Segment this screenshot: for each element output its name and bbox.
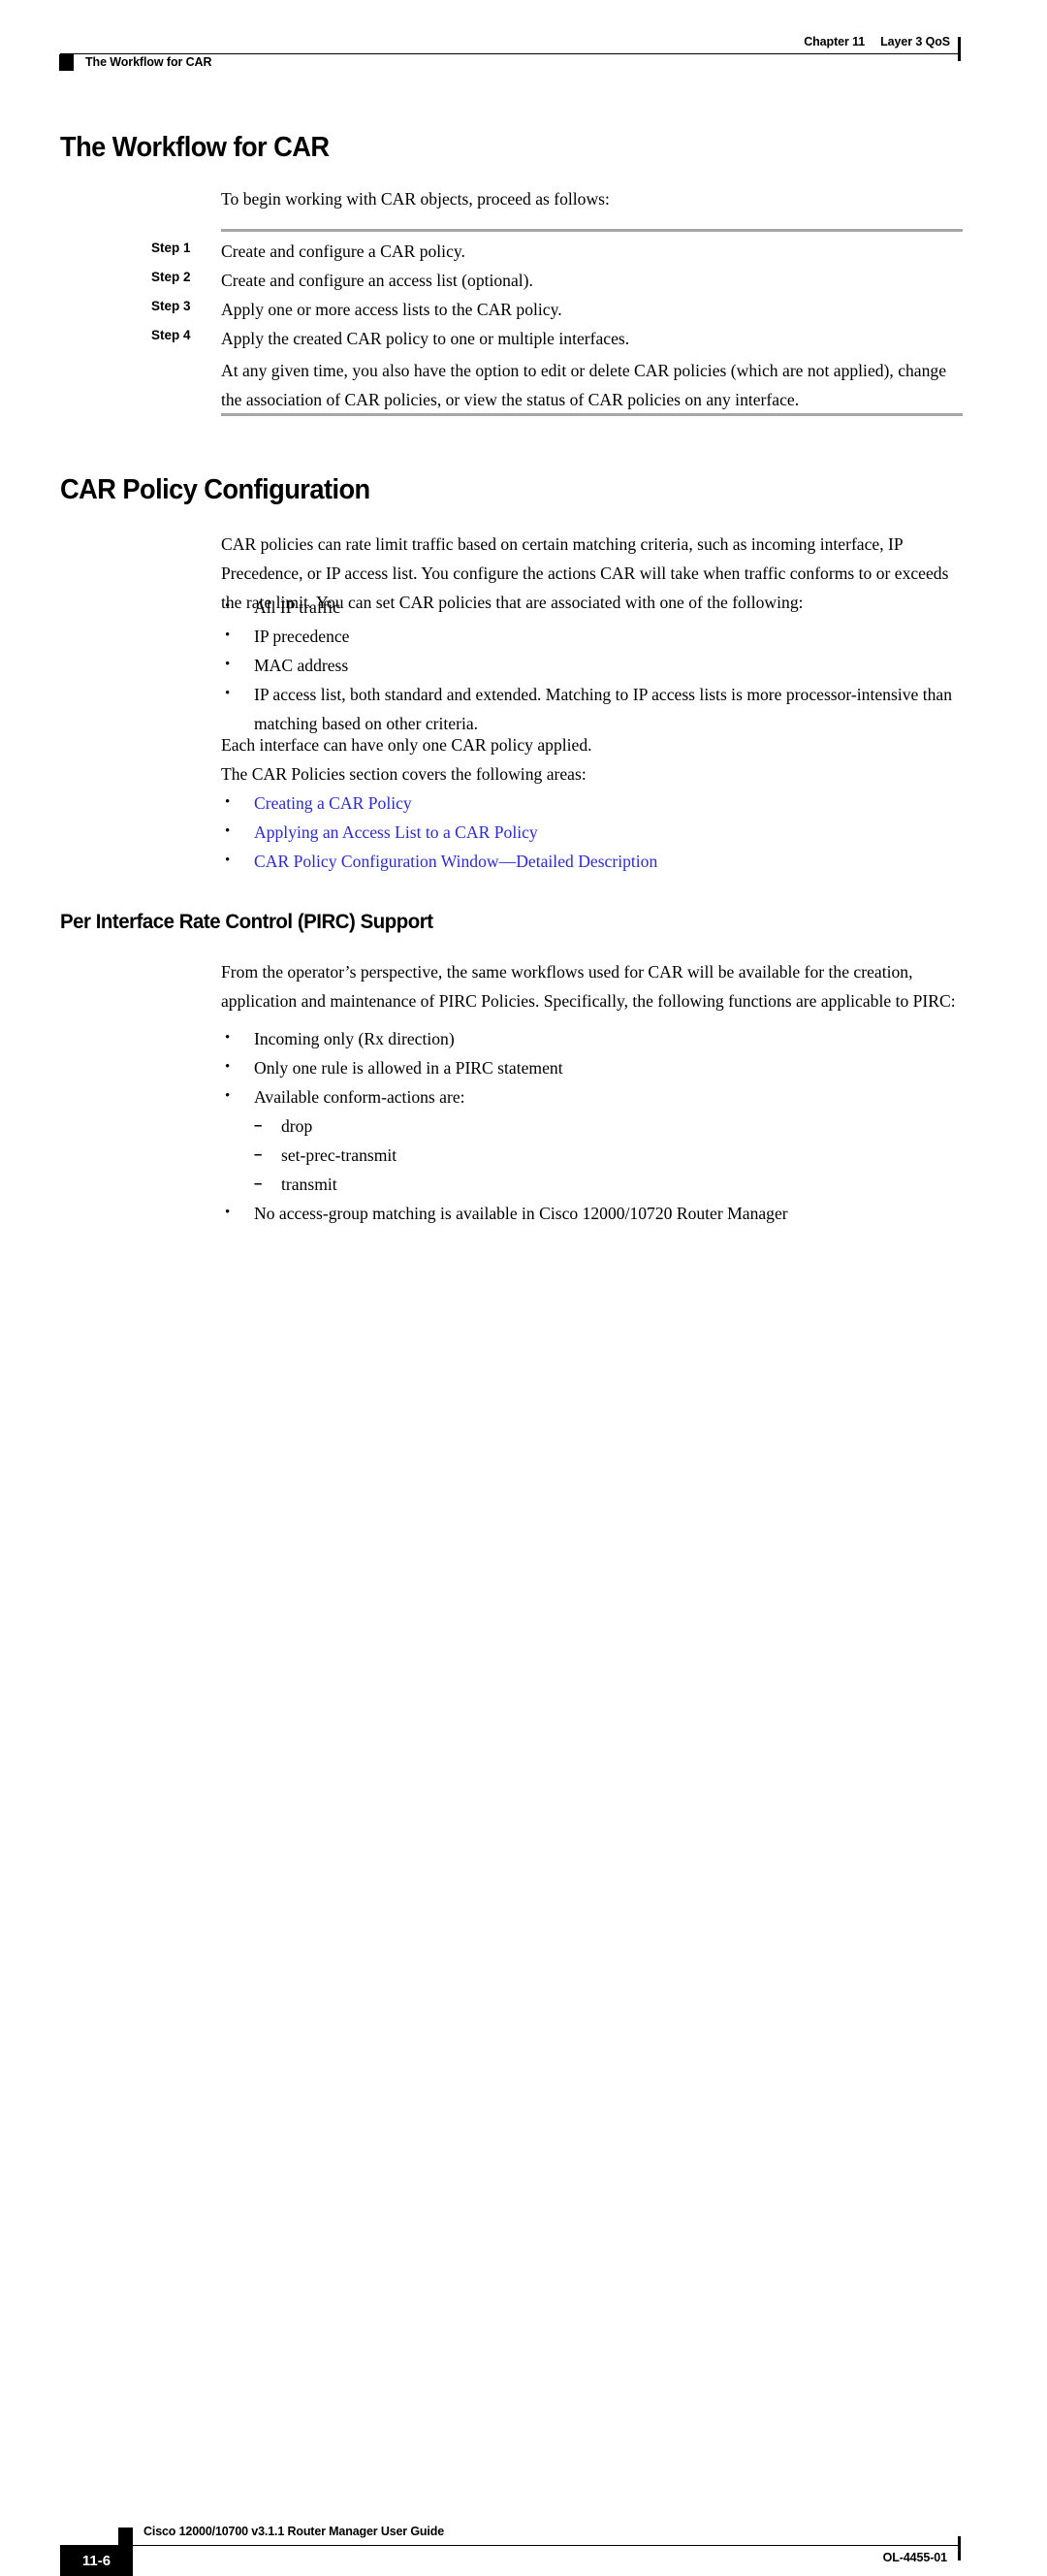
list-item-label: No access-group matching is available in… xyxy=(254,1204,788,1223)
step-row-2: Step 2 Create and configure an access li… xyxy=(151,268,966,297)
page-footer: Cisco 12000/10700 v3.1.1 Router Manager … xyxy=(0,1248,1047,2576)
list-item[interactable]: • Creating a CAR Policy xyxy=(221,789,966,818)
list-item-label: MAC address xyxy=(254,656,349,675)
list-item: – drop xyxy=(254,1111,933,1141)
dash-bullet-icon: – xyxy=(254,1146,263,1163)
list-item: • IP access list, both standard and exte… xyxy=(221,680,966,738)
step-text-4: Apply the created CAR policy to one or m… xyxy=(221,329,630,348)
bullet-dot-icon: • xyxy=(225,823,231,839)
page-title-workflow-for-car: The Workflow for CAR xyxy=(60,132,330,163)
header-chapter-title: Layer 3 QoS xyxy=(880,35,950,48)
pirc-intro-paragraph: From the operator’s perspective, the sam… xyxy=(221,962,956,1011)
cross-reference-link-creating-a-car-policy[interactable]: Creating a CAR Policy xyxy=(254,789,966,818)
step-label-3: Step 3 xyxy=(151,299,191,313)
list-item: • Available conform-actions are: xyxy=(221,1082,966,1111)
list-item: • No access-group matching is available … xyxy=(221,1199,966,1228)
page-header: Chapter 11 Layer 3 QoS The Workflow for C… xyxy=(0,0,1047,97)
list-item-label: All IP traffic xyxy=(254,597,340,617)
list-item[interactable]: • Applying an Access List to a CAR Polic… xyxy=(221,818,966,847)
bullet-dot-icon: • xyxy=(225,794,231,810)
step-row-4: Step 4 Apply the created CAR policy to o… xyxy=(151,326,966,355)
footer-page-number: 11-6 xyxy=(81,2553,111,2569)
bullet-dot-icon: • xyxy=(225,686,231,701)
list-item-label: drop xyxy=(281,1116,313,1136)
footer-endcap-bar xyxy=(958,2536,962,2560)
list-item: • IP precedence xyxy=(221,622,966,651)
cross-reference-link-car-policy-window[interactable]: CAR Policy Configuration Window—Detailed… xyxy=(254,847,966,876)
bullet-dot-icon: • xyxy=(225,598,231,614)
list-item: • All IP traffic xyxy=(221,593,966,622)
list-item: – transmit xyxy=(254,1170,933,1199)
bullet-dot-icon: • xyxy=(225,1030,231,1046)
workflow-closing-paragraph: At any given time, you also have the opt… xyxy=(221,361,947,409)
step-text-2: Create and configure an access list (opt… xyxy=(221,271,533,290)
header-square-marker-icon xyxy=(59,54,74,71)
workflow-intro-paragraph: To begin working with CAR objects, proce… xyxy=(221,189,610,209)
bullet-dot-icon: • xyxy=(225,1088,231,1104)
list-item: • MAC address xyxy=(221,651,966,680)
car-policy-single-note: Each interface can have only one CAR pol… xyxy=(221,735,592,755)
cross-reference-link-applying-access-list[interactable]: Applying an Access List to a CAR Policy xyxy=(254,818,966,847)
bullet-dot-icon: • xyxy=(225,853,231,868)
dash-bullet-icon: – xyxy=(254,1175,263,1192)
bullet-dot-icon: • xyxy=(225,657,231,672)
list-item-label: set-prec-transmit xyxy=(281,1145,397,1165)
page-title-car-policy-configuration: CAR Policy Configuration xyxy=(60,474,370,505)
list-item-label: transmit xyxy=(281,1175,337,1194)
document-page: Chapter 11 Layer 3 QoS The Workflow for C… xyxy=(0,0,1047,2576)
bullet-dot-icon: • xyxy=(225,1205,231,1220)
header-endcap-bar xyxy=(958,37,962,61)
bullet-dot-icon: • xyxy=(225,1059,231,1075)
step-block-top-rule xyxy=(221,229,963,232)
list-item[interactable]: • CAR Policy Configuration Window—Detail… xyxy=(221,847,966,876)
header-chapter-info: Chapter 11 Layer 3 QoS xyxy=(804,35,950,48)
step-row-3: Step 3 Apply one or more access lists to… xyxy=(151,297,966,326)
footer-doc-id: OL-4455-01 xyxy=(882,2551,948,2564)
footer-square-marker-icon xyxy=(118,2528,133,2546)
step-label-2: Step 2 xyxy=(151,270,191,284)
list-item-label: IP access list, both standard and extend… xyxy=(254,685,953,733)
header-chapter-label: Chapter 11 xyxy=(804,35,866,48)
list-item-label: Incoming only (Rx direction) xyxy=(254,1029,455,1048)
header-section-title: The Workflow for CAR xyxy=(85,55,212,69)
list-item-label: Only one rule is allowed in a PIRC state… xyxy=(254,1058,563,1078)
footer-document-title: Cisco 12000/10700 v3.1.1 Router Manager … xyxy=(143,2525,445,2538)
dash-bullet-icon: – xyxy=(254,1117,263,1134)
car-policy-areas-intro: The CAR Policies section covers the foll… xyxy=(221,764,587,784)
step-text-3: Apply one or more access lists to the CA… xyxy=(221,300,562,319)
step-label-1: Step 1 xyxy=(151,241,191,255)
step-text-1: Create and configure a CAR policy. xyxy=(221,242,465,261)
bullet-dot-icon: • xyxy=(225,628,231,643)
step-block-bottom-rule xyxy=(221,413,963,416)
footer-rule xyxy=(60,2545,959,2547)
list-item: – set-prec-transmit xyxy=(254,1141,933,1170)
step-label-4: Step 4 xyxy=(151,328,191,342)
list-item-label: IP precedence xyxy=(254,627,350,646)
list-item-label: Available conform-actions are: xyxy=(254,1087,465,1107)
page-title-pirc-support: Per Interface Rate Control (PIRC) Suppor… xyxy=(60,910,433,933)
step-row-1: Step 1 Create and configure a CAR policy… xyxy=(151,239,966,268)
list-item: • Only one rule is allowed in a PIRC sta… xyxy=(221,1053,966,1082)
list-item: • Incoming only (Rx direction) xyxy=(221,1024,966,1053)
